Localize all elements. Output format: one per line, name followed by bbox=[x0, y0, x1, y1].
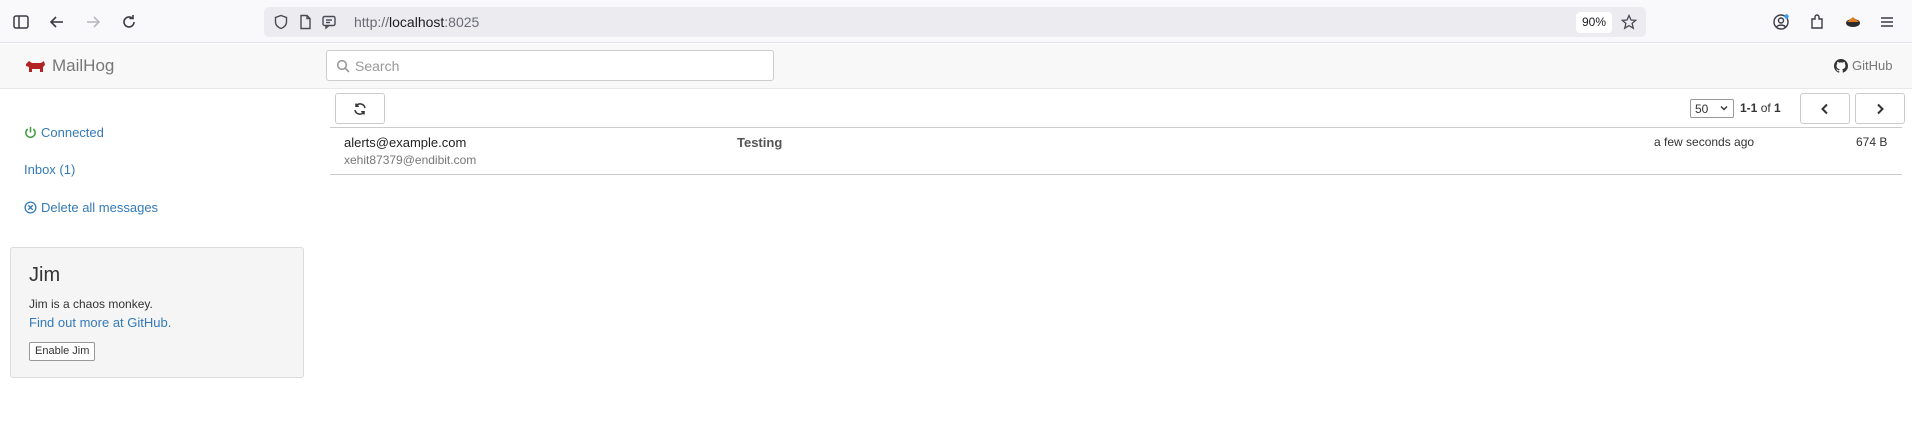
enable-jim-button[interactable]: Enable Jim bbox=[29, 342, 96, 361]
message-row[interactable]: alerts@example.com xehit87379@endibit.co… bbox=[330, 129, 1902, 175]
delete-all-messages-link[interactable]: Delete all messages bbox=[24, 200, 158, 215]
inbox-label: Inbox (1) bbox=[24, 162, 76, 177]
url-port: :8025 bbox=[444, 14, 480, 30]
reload-icon[interactable] bbox=[118, 11, 140, 33]
github-link[interactable]: GitHub bbox=[1834, 58, 1892, 73]
connected-label: Connected bbox=[41, 125, 104, 140]
page-info-icon[interactable] bbox=[296, 13, 314, 31]
delete-all-label: Delete all messages bbox=[41, 200, 159, 215]
per-page-value: 50 bbox=[1695, 101, 1709, 116]
menu-icon[interactable] bbox=[1876, 11, 1898, 33]
page-total: 1 bbox=[1774, 101, 1781, 115]
extension-fox-icon[interactable] bbox=[1842, 11, 1864, 33]
shield-icon[interactable] bbox=[272, 13, 290, 31]
zoom-badge[interactable]: 90% bbox=[1576, 12, 1613, 33]
github-label: GitHub bbox=[1852, 58, 1893, 73]
jim-description: Jim is a chaos monkey. bbox=[29, 297, 153, 311]
message-toolbar: 50 1-1 of 1 bbox=[330, 90, 1905, 128]
next-page-button[interactable] bbox=[1855, 93, 1905, 124]
connected-status[interactable]: Connected bbox=[24, 125, 104, 140]
message-from: alerts@example.com bbox=[344, 135, 467, 150]
jim-title: Jim bbox=[29, 264, 61, 286]
power-icon bbox=[25, 126, 36, 138]
mailhog-logo-icon bbox=[24, 58, 46, 74]
bookmark-star-icon[interactable] bbox=[1620, 13, 1638, 31]
extensions-icon[interactable] bbox=[1806, 11, 1828, 33]
url-bar[interactable]: http://localhost:8025 90% bbox=[264, 7, 1646, 37]
brand-name: MailHog bbox=[52, 56, 115, 75]
sidebar-item-inbox[interactable]: Inbox (1) bbox=[24, 162, 75, 177]
refresh-icon bbox=[354, 102, 366, 115]
account-icon[interactable] bbox=[1770, 11, 1792, 33]
app-navbar: MailHog GitHub bbox=[0, 44, 1912, 89]
brand-link[interactable]: MailHog bbox=[24, 56, 114, 76]
chevron-left-icon bbox=[1821, 103, 1828, 114]
per-page-select[interactable]: 50 bbox=[1690, 99, 1734, 118]
message-subject: Testing bbox=[737, 135, 783, 150]
permissions-icon[interactable] bbox=[320, 13, 338, 31]
search-icon bbox=[336, 59, 350, 73]
prev-page-button[interactable] bbox=[1800, 93, 1850, 124]
page-of: of bbox=[1760, 101, 1771, 115]
page-range: 1-1 bbox=[1740, 101, 1758, 115]
chevron-down-icon bbox=[1720, 106, 1728, 111]
url-text[interactable]: http://localhost:8025 bbox=[354, 14, 479, 30]
forward-icon[interactable] bbox=[82, 11, 104, 33]
github-icon bbox=[1834, 58, 1848, 73]
search-input[interactable] bbox=[355, 55, 765, 77]
search-box[interactable] bbox=[326, 50, 774, 81]
url-host: localhost bbox=[389, 14, 445, 30]
url-scheme: http:// bbox=[354, 14, 390, 30]
back-icon[interactable] bbox=[46, 11, 68, 33]
jim-github-link[interactable]: Find out more at GitHub. bbox=[29, 315, 171, 330]
message-time: a few seconds ago bbox=[1654, 135, 1755, 149]
remove-circle-icon bbox=[24, 201, 37, 214]
browser-toolbar: http://localhost:8025 90% bbox=[0, 0, 1912, 43]
message-to: xehit87379@endibit.com bbox=[344, 153, 477, 167]
chevron-right-icon bbox=[1877, 103, 1884, 114]
message-size: 674 B bbox=[1856, 135, 1888, 149]
sidebar-toggle-icon[interactable] bbox=[10, 11, 32, 33]
pagination-info: 1-1 of 1 bbox=[1740, 101, 1781, 115]
sidebar: Connected Inbox (1) Delete all messages … bbox=[0, 90, 320, 429]
refresh-button[interactable] bbox=[335, 93, 385, 124]
jim-panel: Jim Jim is a chaos monkey. Find out more… bbox=[10, 247, 304, 378]
